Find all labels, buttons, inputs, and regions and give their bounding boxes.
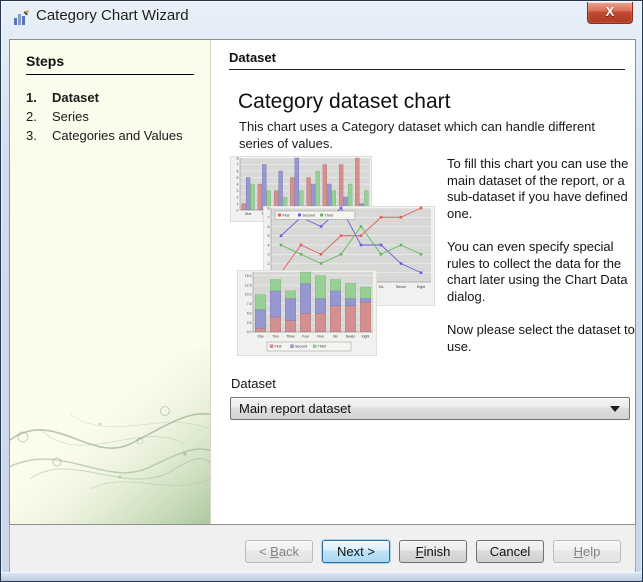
svg-text:6: 6	[237, 169, 239, 173]
content-panel: Steps 1. Dataset 2. Series 3. Categories…	[9, 39, 636, 525]
svg-text:5.0: 5.0	[247, 311, 252, 315]
svg-text:5: 5	[268, 234, 270, 238]
section-heading: Dataset	[229, 50, 625, 70]
back-button: < Back	[245, 540, 313, 563]
svg-text:Eight: Eight	[417, 285, 425, 289]
svg-text:3: 3	[268, 253, 270, 257]
help-button: Help	[553, 540, 621, 563]
svg-text:7.5: 7.5	[247, 302, 252, 306]
svg-text:Second: Second	[303, 213, 315, 217]
steps-sidebar: Steps 1. Dataset 2. Series 3. Categories…	[10, 40, 211, 524]
svg-text:15.0: 15.0	[245, 274, 252, 278]
svg-text:4: 4	[268, 243, 270, 247]
svg-text:4: 4	[237, 182, 239, 186]
svg-text:One: One	[257, 335, 264, 339]
chevron-down-icon	[610, 406, 620, 412]
step-item-series: 2. Series	[10, 107, 210, 126]
svg-text:Six: Six	[379, 285, 384, 289]
page-title: Category dataset chart	[238, 90, 450, 114]
step-label: Dataset	[52, 90, 99, 105]
step-number: 1.	[26, 90, 52, 105]
cancel-button[interactable]: Cancel	[476, 540, 544, 563]
title-bar[interactable]: Category Chart Wizard X	[1, 1, 642, 39]
steps-list: 1. Dataset 2. Series 3. Categories and V…	[10, 88, 210, 145]
info-paragraph: Now please select the dataset to use.	[447, 322, 641, 355]
svg-text:One: One	[245, 212, 252, 216]
svg-text:5: 5	[237, 176, 239, 180]
svg-text:Three: Three	[286, 335, 295, 339]
svg-text:2: 2	[237, 195, 239, 199]
svg-text:0.0: 0.0	[247, 330, 252, 334]
step-item-dataset: 1. Dataset	[10, 88, 210, 107]
step-number: 2.	[26, 109, 52, 124]
dataset-combobox-value: Main report dataset	[239, 401, 351, 416]
svg-text:2: 2	[268, 262, 270, 266]
svg-text:3: 3	[237, 189, 239, 193]
wizard-icon	[13, 9, 30, 26]
svg-text:10.0: 10.0	[245, 293, 252, 297]
step-item-categories-values: 3. Categories and Values	[10, 126, 210, 145]
svg-text:8: 8	[268, 206, 270, 210]
main-area: Dataset Category dataset chart This char…	[211, 40, 635, 524]
svg-text:6: 6	[268, 225, 270, 229]
preview-stacked-bar-chart: 0.0 2.5 5.0 7.5 10.0 12.5 15.0 One Two Three Four F…	[237, 270, 377, 356]
page-subtitle: This chart uses a Category dataset which…	[239, 118, 624, 152]
svg-text:0: 0	[237, 208, 239, 212]
window-title: Category Chart Wizard	[36, 7, 189, 24]
svg-text:Eight: Eight	[362, 335, 370, 339]
finish-button[interactable]: Finish	[399, 540, 467, 563]
dataset-combobox[interactable]: Main report dataset	[230, 397, 630, 420]
svg-text:Five: Five	[317, 335, 324, 339]
svg-text:12.5: 12.5	[245, 283, 252, 287]
decorative-swirl-graphic	[10, 349, 211, 524]
svg-text:First: First	[275, 345, 282, 349]
svg-text:First: First	[283, 213, 290, 217]
step-label: Categories and Values	[52, 128, 183, 143]
chart-preview-image: 0 1 2 3 4 5 6 7 8 One Two Three Four Five Six Seven Eigh…	[229, 154, 439, 356]
steps-heading: Steps	[26, 53, 194, 75]
wizard-dialog: Category Chart Wizard X Steps 1. Dataset…	[0, 0, 643, 582]
info-paragraph: You can even specify special rules to co…	[447, 239, 641, 305]
svg-text:7: 7	[237, 163, 239, 167]
dataset-field-label: Dataset	[231, 376, 276, 391]
svg-text:Seven: Seven	[396, 285, 406, 289]
svg-text:Seven: Seven	[346, 335, 356, 339]
svg-text:Second: Second	[295, 345, 307, 349]
svg-text:Four: Four	[302, 335, 310, 339]
svg-text:Third: Third	[325, 213, 333, 217]
close-button[interactable]: X	[587, 2, 633, 24]
info-text-column: To fill this chart you can use the main …	[447, 156, 641, 372]
svg-text:8: 8	[237, 156, 239, 160]
svg-text:2.5: 2.5	[247, 321, 252, 325]
step-number: 3.	[26, 128, 52, 143]
svg-text:Six: Six	[333, 335, 338, 339]
window-frame-bottom	[1, 572, 642, 581]
next-button[interactable]: Next >	[322, 540, 390, 563]
info-paragraph: To fill this chart you can use the main …	[447, 156, 641, 222]
button-bar: < Back Next > Finish Cancel Help	[9, 525, 636, 574]
svg-text:Two: Two	[272, 335, 278, 339]
svg-text:1: 1	[237, 202, 239, 206]
svg-text:Third: Third	[318, 345, 326, 349]
svg-text:7: 7	[268, 216, 270, 220]
step-label: Series	[52, 109, 89, 124]
